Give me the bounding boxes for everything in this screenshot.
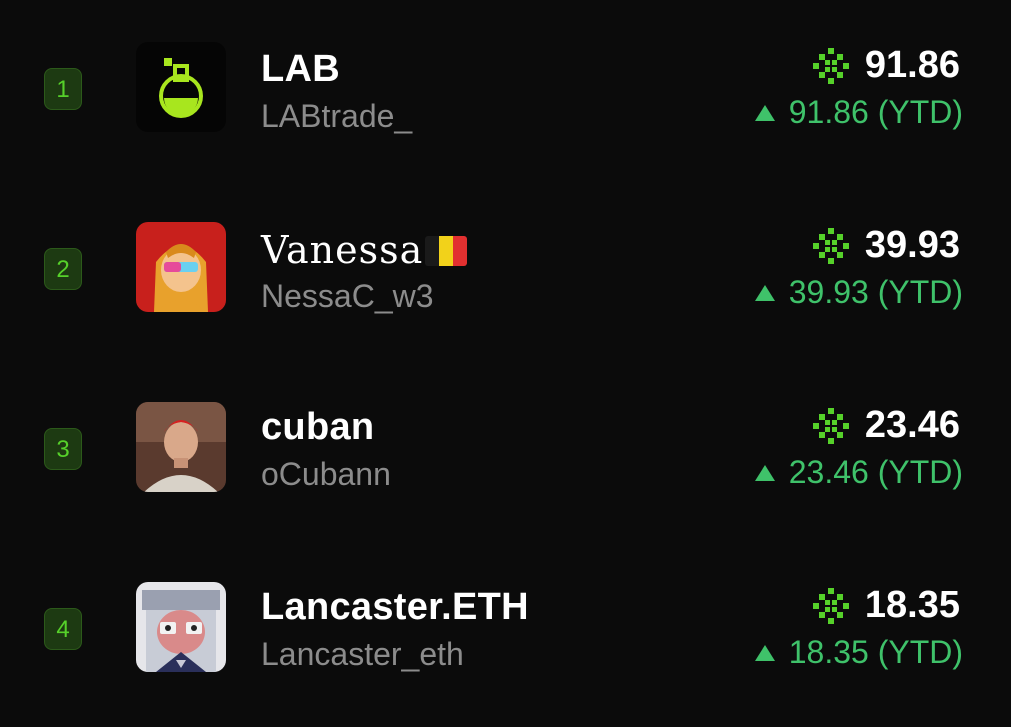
ytd-change-value: 23.46 (YTD) — [788, 454, 963, 490]
ytd-change: 23.46 (YTD) — [754, 454, 963, 491]
photo-man-icon — [136, 402, 226, 492]
score-value: 91.86 — [864, 44, 960, 86]
rank-badge: 1 — [44, 68, 82, 110]
user-name[interactable]: Lancaster.ETH — [261, 586, 529, 629]
up-triangle-icon — [754, 644, 775, 661]
pixel-pig-icon — [136, 582, 226, 672]
cartoon-girl-icon — [136, 222, 226, 312]
user-name[interactable]: cuban — [261, 406, 374, 449]
leaderboard-list: 1 LAB LABtrade_ 91.86 91.86 (YTD) 2 Vane… — [0, 0, 1011, 727]
user-name[interactable]: LAB — [261, 48, 340, 91]
pixel-burst-icon — [812, 407, 849, 444]
user-handle: NessaC_w3 — [261, 278, 434, 314]
avatar[interactable] — [136, 582, 226, 672]
user-name-text: Vanessa — [261, 228, 424, 272]
ytd-change: 18.35 (YTD) — [754, 634, 963, 671]
score-value: 18.35 — [864, 584, 960, 626]
up-triangle-icon — [754, 464, 775, 481]
flask-logo-icon — [136, 42, 226, 132]
ytd-change-value: 39.93 (YTD) — [788, 274, 963, 310]
pixel-burst-icon — [812, 47, 849, 84]
rank-badge: 4 — [44, 608, 82, 650]
belgium-flag-icon — [425, 235, 468, 266]
avatar[interactable] — [136, 222, 226, 312]
leaderboard-row[interactable]: 2 Vanessa NessaC_w3 39.93 39.93 (YTD) — [0, 222, 1011, 322]
pixel-burst-icon — [812, 227, 849, 264]
ytd-change: 39.93 (YTD) — [754, 274, 963, 311]
avatar[interactable] — [136, 402, 226, 492]
up-triangle-icon — [754, 104, 775, 121]
leaderboard-row[interactable]: 1 LAB LABtrade_ 91.86 91.86 (YTD) — [0, 42, 1011, 142]
score-value: 23.46 — [864, 404, 960, 446]
up-triangle-icon — [754, 284, 775, 301]
ytd-change-value: 91.86 (YTD) — [788, 94, 963, 130]
rank-badge: 3 — [44, 428, 82, 470]
ytd-change: 91.86 (YTD) — [754, 94, 963, 131]
pixel-burst-icon — [812, 587, 849, 624]
score: 18.35 — [811, 584, 960, 627]
ytd-change-value: 18.35 (YTD) — [788, 634, 963, 670]
score: 23.46 — [811, 404, 960, 447]
leaderboard-row[interactable]: 4 Lancaster.ETH Lancaster_eth 18.35 18.3… — [0, 582, 1011, 682]
user-handle: oCubann — [261, 456, 391, 492]
score-value: 39.93 — [864, 224, 960, 266]
user-handle: Lancaster_eth — [261, 636, 464, 672]
score: 39.93 — [811, 224, 960, 267]
user-handle: LABtrade_ — [261, 98, 413, 134]
leaderboard-row[interactable]: 3 cuban oCubann 23.46 23.46 (YTD) — [0, 402, 1011, 502]
rank-badge: 2 — [44, 248, 82, 290]
user-name[interactable]: Vanessa — [261, 228, 468, 272]
avatar[interactable] — [136, 42, 226, 132]
score: 91.86 — [811, 44, 960, 87]
